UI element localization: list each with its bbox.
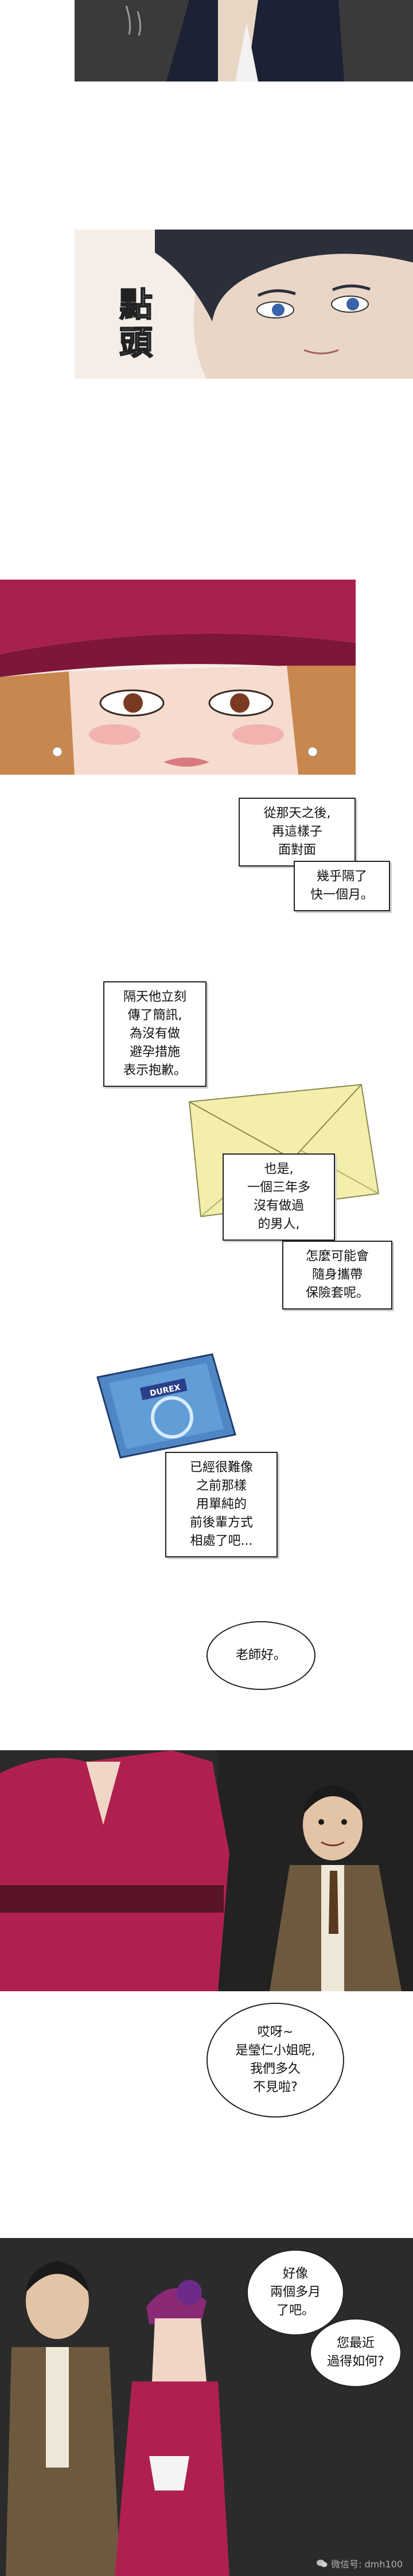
panel-woman-hat [0,580,356,775]
panel-man-nod: 點頭 [75,230,413,379]
narration-box-almost-a-month: 幾乎隔了 快一個月。 [294,861,390,911]
man-suit-illustration [75,0,413,81]
speech-bubble-hello-teacher: 老師好。 [206,1621,315,1690]
narration-box-three-years: 也是, 一個三年多 沒有做過 的男人, [223,1153,335,1241]
panel-both-characters [0,2238,413,2576]
speech-bubble-long-time: 哎呀~ 是瑩仁小姐呢, 我們多久 不見啦? [206,2003,344,2117]
panel-classroom [0,1750,413,1991]
speech-bubble-two-months: 好像 兩個多月 了吧。 [247,2249,344,2336]
condom-packet-panel: DUREX [86,1343,247,1469]
condom-packet-illustration: DUREX [96,1353,236,1459]
narration-box-since-that-day: 從那天之後, 再這樣子 面對面 [239,798,356,867]
wechat-watermark: 微信号: dmh100 [316,2556,403,2570]
both-characters-illustration [0,2238,413,2576]
narration-box-condom: 怎麼可能會 隨身攜帶 保險套呢。 [282,1241,392,1310]
wechat-icon [317,2559,328,2567]
panel-man-suit [75,0,413,81]
narration-box-hard-to-go-back: 已經很難像 之前那樣 用單純的 前後輩方式 相處了吧... [165,1452,278,1557]
narration-box-text-apology: 隔天他立刻 傳了簡訊, 為沒有做 避孕措施 表示抱歉。 [103,981,206,1087]
speech-bubble-how-are-you: 您最近 過得如何? [310,2318,402,2387]
watermark-text: 微信号: dmh100 [331,2559,403,2570]
nod-sound-effect: 點頭 [113,286,153,363]
woman-hat-illustration [0,580,356,775]
classroom-illustration [0,1750,413,1991]
